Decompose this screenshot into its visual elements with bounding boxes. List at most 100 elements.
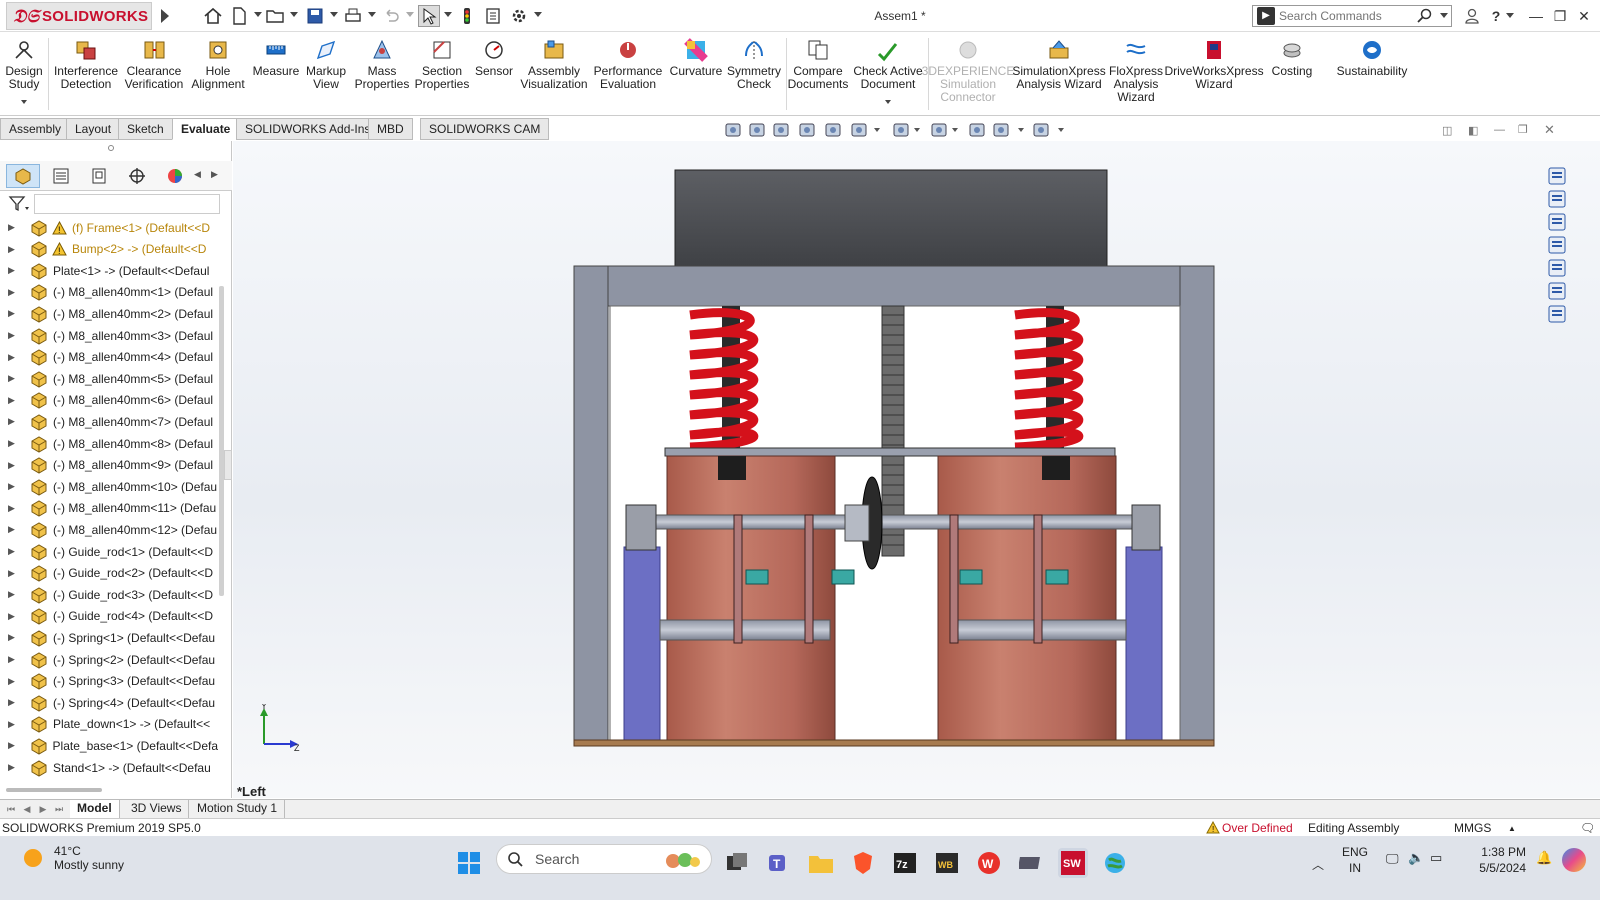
tree-item[interactable]: ▶ (-) Guide_rod<2> (Default<<D — [0, 563, 218, 584]
tree-item[interactable]: ▶ Stand<1> -> (Default<<Defau — [0, 757, 218, 778]
solidworks-taskbar-icon[interactable]: SW — [1058, 848, 1088, 878]
over-defined-status[interactable]: Over Defined — [1222, 821, 1293, 835]
undo-icon[interactable] — [380, 5, 402, 27]
tab-evaluate[interactable]: Evaluate — [172, 118, 240, 140]
assembly-model-left-view[interactable] — [560, 165, 1220, 750]
tree-item[interactable]: ▶ (-) Spring<3> (Default<<Defau — [0, 671, 218, 692]
keyboard-app-icon[interactable] — [1016, 848, 1046, 878]
viewport-close-icon[interactable]: ✕ — [1544, 122, 1555, 138]
teams-icon[interactable]: T — [764, 848, 794, 878]
filter-icon[interactable] — [8, 195, 30, 213]
tab-mbd[interactable]: MBD — [368, 118, 413, 140]
open-folder-icon[interactable] — [264, 5, 286, 27]
expand-arrow-icon[interactable]: ▶ — [8, 308, 16, 319]
tree-item[interactable]: ▶ (-) M8_allen40mm<5> (Defaul — [0, 368, 218, 389]
brave-browser-icon[interactable] — [848, 848, 878, 878]
tabs-scroll-right-icon[interactable]: ▶ — [211, 169, 218, 180]
hud-dropdown-icon[interactable] — [914, 128, 920, 133]
search-icon[interactable] — [1417, 8, 1433, 24]
tree-item[interactable]: ▶ (-) M8_allen40mm<1> (Defaul — [0, 282, 218, 303]
expand-arrow-icon[interactable]: ▶ — [8, 395, 16, 406]
save-dropdown-icon[interactable] — [330, 12, 338, 18]
expand-arrow-icon[interactable]: ▶ — [8, 632, 16, 643]
tree-item[interactable]: ▶ Plate<1> -> (Default<<Defaul — [0, 260, 218, 281]
driveworksxpress-wizard-button[interactable]: DriveWorksXpress Wizard — [1164, 38, 1264, 91]
print-icon[interactable] — [342, 5, 364, 27]
expand-arrow-icon[interactable]: ▶ — [8, 568, 16, 579]
sustainability-button[interactable]: Sustainability — [1332, 38, 1412, 78]
display-style-icon[interactable] — [890, 120, 912, 140]
windows-start-icon[interactable] — [454, 848, 484, 878]
tree-item[interactable]: ▶ (-) M8_allen40mm<12> (Defau — [0, 519, 218, 540]
expand-arrow-icon[interactable]: ▶ — [8, 438, 16, 449]
view-orientation-icon[interactable] — [848, 120, 870, 140]
expand-arrow-icon[interactable]: ▶ — [8, 762, 16, 773]
undo-dropdown-icon[interactable] — [406, 12, 414, 18]
costing-button[interactable]: Costing — [1262, 38, 1322, 78]
tab-motion-study-1[interactable]: Motion Study 1 — [190, 800, 286, 818]
options-dropdown-icon[interactable] — [534, 12, 542, 18]
section-view-icon[interactable] — [796, 120, 818, 140]
view-settings-icon[interactable] — [1030, 120, 1052, 140]
expand-arrow-icon[interactable]: ▶ — [8, 697, 16, 708]
copilot-icon[interactable] — [1562, 848, 1586, 872]
expand-arrow-icon[interactable]: ▶ — [8, 654, 16, 665]
markup-view-button[interactable]: Markup View — [297, 38, 355, 91]
expand-arrow-icon[interactable]: ▶ — [8, 589, 16, 600]
7zip-icon[interactable]: 7z — [890, 848, 920, 878]
solidworks-forum-icon[interactable] — [1546, 303, 1568, 325]
assembly-visualization-button[interactable]: Assembly Visualization — [511, 38, 597, 91]
tree-item[interactable]: ▶ (-) M8_allen40mm<11> (Defau — [0, 498, 218, 519]
tree-item[interactable]: ▶ (-) M8_allen40mm<10> (Defau — [0, 476, 218, 497]
view-palette-icon[interactable] — [1546, 234, 1568, 256]
property-manager-tab-icon[interactable] — [44, 164, 78, 188]
expand-arrow-icon[interactable]: ▶ — [8, 524, 16, 535]
symmetry-check-button[interactable]: Symmetry Check — [724, 38, 784, 91]
tabs-scroll-left-icon[interactable]: ◀ — [194, 169, 201, 180]
task-view-icon[interactable] — [722, 848, 752, 878]
curvature-button[interactable]: Curvature — [665, 38, 727, 78]
tree-item[interactable]: ▶ (-) M8_allen40mm<3> (Defaul — [0, 325, 218, 346]
expand-arrow-icon[interactable]: ▶ — [8, 546, 16, 557]
tree-item[interactable]: ▶ (-) Guide_rod<3> (Default<<D — [0, 584, 218, 605]
tab-sketch[interactable]: Sketch — [118, 118, 173, 140]
appearances-scenes-icon[interactable] — [1546, 257, 1568, 279]
panel-collapse-handle[interactable] — [224, 450, 232, 480]
expand-arrow-icon[interactable]: ▶ — [8, 352, 16, 363]
tree-horizontal-scrollbar[interactable] — [6, 788, 102, 792]
volume-icon[interactable]: 🔈 — [1408, 850, 1424, 866]
solidworks-resources-icon[interactable] — [1546, 165, 1568, 187]
home-icon[interactable] — [202, 5, 224, 27]
search-commands-input[interactable] — [1279, 9, 1419, 23]
simulationxpress-wizard-button[interactable]: SimulationXpress Analysis Wizard — [1010, 38, 1108, 91]
tree-item[interactable]: ▶ (-) M8_allen40mm<6> (Defaul — [0, 390, 218, 411]
section-properties-button[interactable]: Section Properties — [407, 38, 477, 91]
tree-item[interactable]: ▶ Plate_down<1> -> (Default<< — [0, 714, 218, 735]
tab-model[interactable]: Model — [70, 800, 120, 818]
expand-arrow-icon[interactable]: ▶ — [8, 611, 16, 622]
hud-dropdown-icon[interactable] — [874, 128, 880, 133]
tree-scrollbar[interactable] — [219, 286, 224, 596]
last-tab-icon[interactable]: ⏭ — [52, 802, 66, 816]
edit-appearance-icon[interactable] — [966, 120, 988, 140]
file-explorer-icon[interactable] — [806, 848, 836, 878]
expand-arrow-icon[interactable]: ▶ — [8, 676, 16, 687]
tree-item[interactable]: ▶ (-) M8_allen40mm<9> (Defaul — [0, 455, 218, 476]
select-cursor-icon[interactable] — [418, 5, 440, 27]
design-study-dropdown-icon[interactable] — [21, 100, 27, 105]
tree-item[interactable]: ▶ (-) Guide_rod<4> (Default<<D — [0, 606, 218, 627]
select-dropdown-icon[interactable] — [444, 12, 452, 18]
dimxpert-manager-tab-icon[interactable] — [120, 164, 154, 188]
tree-item[interactable]: ▶ (-) Guide_rod<1> (Default<<D — [0, 541, 218, 562]
next-tab-icon[interactable]: ▶ — [36, 802, 50, 816]
battery-icon[interactable]: ▭ — [1430, 850, 1442, 866]
tree-item[interactable]: ▶ Plate_base<1> (Default<<Defa — [0, 735, 218, 756]
globe-app-icon[interactable] — [1100, 848, 1130, 878]
tree-item[interactable]: ▶ (-) Spring<1> (Default<<Defau — [0, 627, 218, 648]
tab-layout[interactable]: Layout — [66, 118, 121, 140]
open-dropdown-icon[interactable] — [290, 12, 298, 18]
apply-scene-icon[interactable] — [990, 120, 1012, 140]
prev-tab-icon[interactable]: ◀ — [20, 802, 34, 816]
filter-field[interactable] — [34, 194, 220, 214]
expand-arrow-icon[interactable]: ▶ — [8, 265, 16, 276]
